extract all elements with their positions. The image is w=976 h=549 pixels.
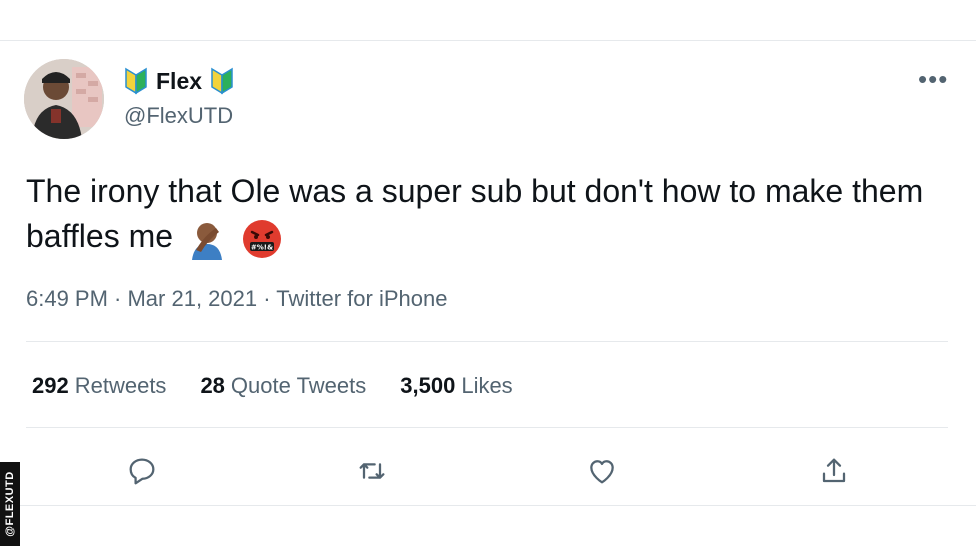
tweet-text-block: The irony that Ole was a super sub but d… [26, 169, 956, 260]
like-icon [590, 460, 614, 484]
tweet-card: Flex @FlexUTD ••• The irony that Ole was… [0, 40, 976, 506]
display-name[interactable]: Flex [156, 68, 202, 95]
author-handle[interactable]: @FlexUTD [124, 103, 233, 129]
share-icon [822, 458, 846, 483]
svg-text:#%!&: #%!& [251, 243, 273, 251]
beginner-badge-icon [125, 67, 147, 95]
tweet-text: The irony that Ole was a super sub but d… [26, 173, 924, 254]
quote-tweets-stat[interactable]: 28 Quote Tweets [200, 373, 366, 399]
engagement-stats: 292 Retweets 28 Quote Tweets 3,500 Likes [32, 373, 513, 399]
likes-count: 3,500 [400, 373, 456, 398]
reply-button[interactable] [122, 451, 162, 491]
author-name-row[interactable]: Flex [124, 67, 234, 95]
quotes-label: Quote Tweets [230, 373, 367, 398]
divider [26, 427, 948, 428]
likes-label: Likes [461, 373, 513, 398]
avatar[interactable] [24, 59, 104, 139]
page: Flex @FlexUTD ••• The irony that Ole was… [0, 0, 976, 549]
share-button[interactable] [814, 451, 854, 491]
likes-stat[interactable]: 3,500 Likes [400, 373, 512, 399]
facepalm-emoji [191, 222, 222, 260]
retweets-stat[interactable]: 292 Retweets [32, 373, 166, 399]
watermark: @FLEXUTD [0, 462, 20, 546]
beginner-badge-icon [211, 67, 233, 95]
retweets-count: 292 [32, 373, 69, 398]
cursing-face-emoji: #%!& [242, 219, 281, 258]
watermark-text: @FLEXUTD [0, 462, 20, 546]
quotes-count: 28 [200, 373, 225, 398]
retweet-button[interactable] [352, 451, 392, 491]
like-button[interactable] [582, 451, 622, 491]
more-options-icon[interactable]: ••• [918, 66, 948, 92]
action-bar [0, 451, 976, 491]
tweet-timestamp[interactable]: 6:49 PM · Mar 21, 2021 · Twitter for iPh… [26, 286, 447, 312]
avatar-image [24, 59, 104, 139]
divider [26, 341, 948, 342]
retweet-icon [359, 463, 385, 479]
reply-icon [129, 458, 155, 485]
retweets-label: Retweets [74, 373, 167, 398]
